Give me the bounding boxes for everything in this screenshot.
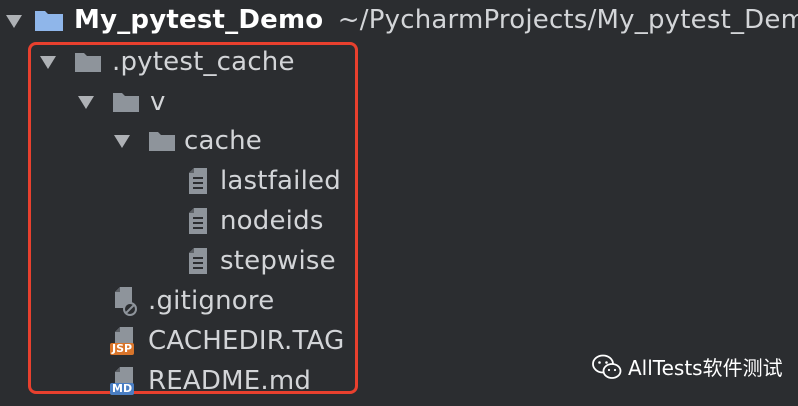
watermark: AllTests软件测试 xyxy=(592,352,783,381)
markdown-file-icon: MD xyxy=(110,366,142,396)
tree-item-label: v xyxy=(150,87,166,117)
tree-item-lastfailed[interactable]: lastfailed xyxy=(188,161,341,201)
expand-arrow-icon[interactable] xyxy=(114,134,130,148)
tree-item-label: nodeids xyxy=(220,206,324,236)
tree-item-gitignore[interactable]: .gitignore xyxy=(114,281,274,321)
folder-icon xyxy=(113,93,139,112)
wechat-icon xyxy=(592,354,622,379)
tree-item-label: stepwise xyxy=(220,246,336,276)
tree-item-label: README.md xyxy=(148,366,312,396)
tree-item-readme[interactable]: MD README.md xyxy=(110,361,311,401)
project-name: My_pytest_Demo xyxy=(74,5,324,35)
tree-item-pytest-cache[interactable]: .pytest_cache xyxy=(40,42,295,82)
watermark-text: AllTests软件测试 xyxy=(628,356,783,380)
tree-item-label: .gitignore xyxy=(148,286,275,316)
tree-item-v[interactable]: v xyxy=(78,82,166,122)
expand-arrow-icon[interactable] xyxy=(78,95,94,109)
tree-item-label: .pytest_cache xyxy=(112,47,295,77)
tree-item-cachedir-tag[interactable]: JSP CACHEDIR.TAG xyxy=(110,321,344,361)
tree-item-stepwise[interactable]: stepwise xyxy=(188,241,336,281)
tree-item-label: lastfailed xyxy=(220,166,341,196)
tree-item-label: cache xyxy=(184,126,262,156)
tree-item-nodeids[interactable]: nodeids xyxy=(188,201,324,241)
jsp-badge: JSP xyxy=(110,342,135,355)
expand-arrow-icon[interactable] xyxy=(40,55,56,69)
jsp-file-icon: JSP xyxy=(110,326,142,356)
tree-item-cache[interactable]: cache xyxy=(114,121,262,161)
md-badge: MD xyxy=(110,382,135,395)
expand-arrow-icon[interactable] xyxy=(6,14,22,28)
text-file-icon xyxy=(189,248,207,274)
folder-icon xyxy=(75,53,101,72)
folder-icon xyxy=(149,132,175,151)
tree-item-label: CACHEDIR.TAG xyxy=(148,326,345,356)
text-file-icon xyxy=(189,208,207,234)
text-file-icon xyxy=(189,168,207,194)
project-root-row[interactable]: My_pytest_Demo ~/PycharmProjects/My_pyte… xyxy=(0,0,798,40)
ignored-file-icon xyxy=(115,287,137,316)
project-folder-icon xyxy=(35,11,63,31)
project-path: ~/PycharmProjects/My_pytest_Demo xyxy=(337,5,798,35)
